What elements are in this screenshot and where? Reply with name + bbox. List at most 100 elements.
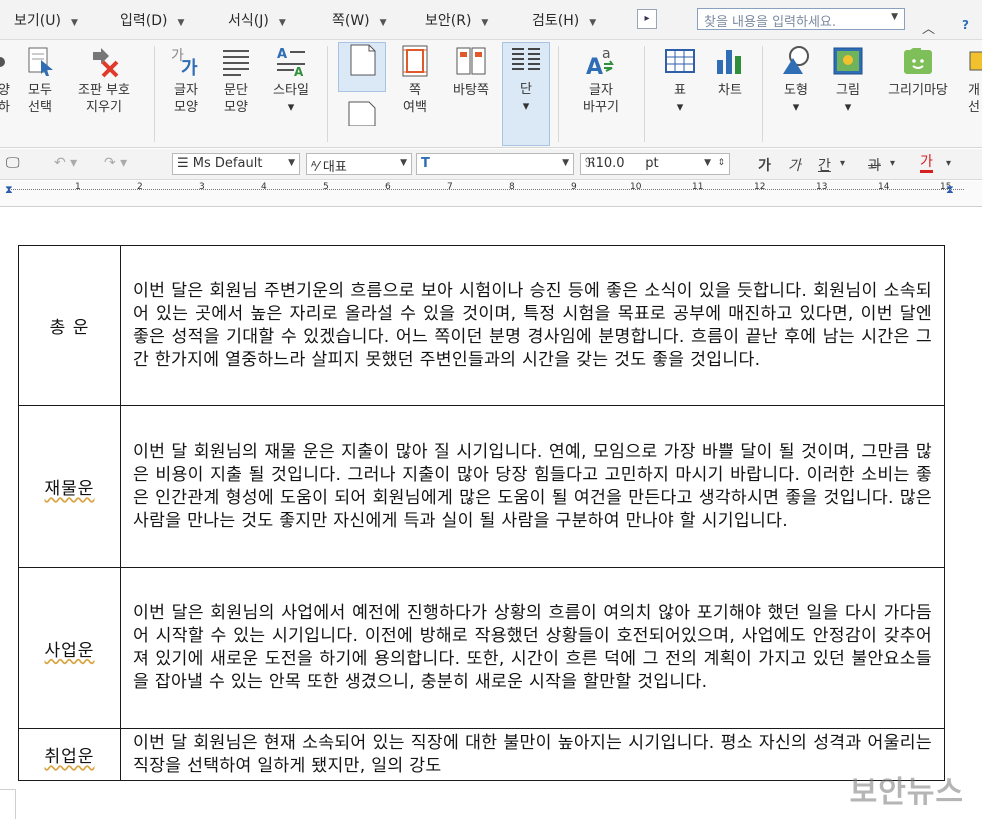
clear-format-button[interactable]: 조판 부호 지우기: [68, 44, 140, 116]
char-shape-icon: 가가: [169, 44, 203, 79]
redo-icon[interactable]: ↷ ▾: [104, 155, 127, 171]
table-row: 총 운 이번 달은 회원님 주변기운의 흐름으로 보아 시험이나 승진 등에 좋…: [18, 245, 945, 406]
chevron-down-icon[interactable]: ▼: [279, 18, 286, 28]
dropdown-caret-icon: ▾: [522, 99, 530, 114]
page-small-button[interactable]: [342, 100, 382, 130]
content-cell[interactable]: 이번 달 회원님의 재물 운은 지출이 많아 질 시기입니다. 연예, 모임으로…: [120, 405, 945, 568]
ribbon-partial-left-button[interactable]: 양 하: [0, 44, 14, 116]
style-button[interactable]: AA 스타일 ▾: [266, 44, 316, 116]
chevron-down-icon[interactable]: ▼: [481, 18, 488, 28]
category-cell[interactable]: 취업운: [18, 728, 121, 781]
view-icon[interactable]: 🖵: [6, 155, 20, 171]
font-color-button[interactable]: 가: [920, 155, 933, 173]
help-icon[interactable]: ?: [962, 18, 969, 32]
dropdown-caret-icon: ▾: [844, 100, 852, 115]
underline-button[interactable]: 간: [818, 155, 831, 175]
chevron-down-icon: ▼: [400, 158, 407, 168]
undo-icon[interactable]: ↶ ▾: [54, 155, 77, 171]
svg-text:A: A: [586, 55, 603, 78]
chevron-down-icon[interactable]: ▾: [890, 158, 895, 169]
chevron-down-icon: ▼: [288, 158, 295, 168]
menu-page[interactable]: 쪽(W) ▼: [332, 10, 387, 30]
ruler-number: 9: [571, 182, 577, 192]
ribbon-partial-right-button[interactable]: 개 선: [964, 44, 982, 116]
page-margin-button[interactable]: 쪽 여백: [392, 44, 438, 116]
document-area[interactable]: 총 운 이번 달은 회원님 주변기운의 흐름으로 보아 시험이나 승진 등에 좋…: [0, 208, 982, 819]
chevron-down-icon[interactable]: ▼: [71, 18, 78, 28]
content-cell[interactable]: 이번 달은 회원님 주변기운의 흐름으로 보아 시험이나 승진 등에 좋은 소식…: [120, 245, 945, 406]
chevron-down-icon[interactable]: ▾: [946, 158, 951, 169]
style-icon: AA: [274, 44, 308, 79]
language-select[interactable]: ᴬ⁄ 대표 ▼: [306, 153, 412, 175]
chevron-down-icon[interactable]: ▼: [891, 12, 898, 22]
change-char-icon: Aa: [584, 44, 618, 80]
font-size-icon: ℜ: [585, 156, 596, 171]
menu-review[interactable]: 검토(H) ▼: [532, 10, 596, 30]
menu-insert[interactable]: 입력(D) ▼: [120, 10, 184, 30]
stepper-icon[interactable]: ⇕: [717, 158, 725, 168]
ribbon-separator: [327, 46, 328, 142]
expand-menu-button[interactable]: ▸: [637, 9, 657, 29]
ruler[interactable]: ⧗ 1 2 3 4 5 6 7 8 9 10 11 12 13 14 15 ⧗: [0, 181, 982, 207]
style-list-icon: ☰: [177, 156, 189, 171]
italic-button[interactable]: 가: [788, 155, 801, 175]
category-cell[interactable]: 총 운: [18, 245, 121, 406]
chevron-down-icon[interactable]: ▼: [380, 18, 387, 28]
category-cell[interactable]: 사업운: [18, 567, 121, 729]
select-all-button[interactable]: 모두 선택: [20, 44, 60, 116]
font-icon: T: [421, 156, 430, 171]
master-page-button[interactable]: 바탕쪽: [446, 44, 496, 99]
content-cell[interactable]: 이번 달은 회원님의 사업에서 예전에 진행하다가 상황의 흐름이 여의치 않아…: [120, 567, 945, 729]
svg-text:A: A: [294, 65, 304, 78]
chart-icon: [713, 44, 747, 78]
dropdown-caret-icon: ▾: [287, 100, 295, 115]
right-margin-marker-icon[interactable]: ⧗: [946, 183, 954, 197]
svg-text:가: 가: [181, 58, 198, 78]
select-all-icon: [23, 44, 57, 78]
ribbon-separator: [644, 46, 645, 142]
minimize-ribbon-icon[interactable]: ︿: [922, 18, 935, 37]
ribbon-separator: [762, 46, 763, 142]
picture-button[interactable]: 그림 ▾: [826, 44, 870, 116]
ruler-number: 10: [630, 182, 642, 192]
strike-button[interactable]: 과: [868, 155, 881, 175]
indent-marker-icon[interactable]: ⧗: [5, 183, 13, 197]
ribbon-separator: [558, 46, 559, 142]
table-row: 재물운 이번 달 회원님의 재물 운은 지출이 많아 질 시기입니다. 연예, …: [18, 405, 945, 568]
menu-view[interactable]: 보기(U) ▼: [14, 10, 78, 30]
columns-button[interactable]: 단 ▾: [502, 42, 550, 146]
ruler-number: 4: [261, 182, 267, 192]
char-shape-button[interactable]: 가가 글자 모양: [164, 44, 208, 116]
category-cell[interactable]: 재물운: [18, 405, 121, 568]
paragraph-shape-button[interactable]: 문단 모양: [214, 44, 258, 116]
menu-bar: 보기(U) ▼ 입력(D) ▼ 서식(J) ▼ 쪽(W) ▼ 보안(R) ▼ 검토(H) ▼…: [0, 0, 982, 40]
font-size-field[interactable]: ℜ10.0 pt ▼ ⇕: [580, 153, 730, 175]
ruler-number: 12: [754, 182, 766, 192]
menu-format[interactable]: 서식(J) ▼: [228, 10, 286, 30]
table-button[interactable]: 표 ▾: [658, 44, 702, 116]
shape-button[interactable]: 도형 ▾: [774, 44, 818, 116]
chevron-down-icon[interactable]: ▾: [840, 158, 845, 169]
chevron-down-icon[interactable]: ▼: [589, 18, 596, 28]
partial-icon: [964, 44, 982, 78]
page-button[interactable]: [338, 42, 386, 92]
ruler-number: 2: [137, 182, 143, 192]
table-row: 취업운 이번 달 회원님은 현재 소속되어 있는 직장에 대한 불만이 높아지는…: [18, 728, 945, 781]
content-cell[interactable]: 이번 달 회원님은 현재 소속되어 있는 직장에 대한 불만이 높아지는 시기입…: [120, 728, 945, 781]
chart-button[interactable]: 차트: [708, 44, 752, 99]
paragraph-shape-icon: [219, 44, 253, 78]
ruler-number: 11: [692, 182, 704, 192]
search-input[interactable]: 찾을 내용을 입력하세요. ▼: [697, 8, 905, 30]
change-char-button[interactable]: Aa 글자 바꾸기: [570, 44, 632, 116]
menu-security[interactable]: 보안(R) ▼: [425, 10, 488, 30]
fortune-table: 총 운 이번 달은 회원님 주변기운의 흐름으로 보아 시험이나 승진 등에 좋…: [18, 245, 945, 781]
page-icon: [345, 43, 379, 77]
ruler-number: 6: [385, 182, 391, 192]
svg-text:a: a: [602, 46, 611, 62]
bold-button[interactable]: 가: [758, 155, 771, 175]
style-select[interactable]: ☰ Ms Default ▼: [172, 153, 300, 175]
ribbon-separator: [154, 46, 155, 142]
drawing-button[interactable]: 그리기마당: [876, 44, 960, 99]
font-select[interactable]: T ▼: [416, 153, 574, 175]
chevron-down-icon[interactable]: ▼: [177, 18, 184, 28]
